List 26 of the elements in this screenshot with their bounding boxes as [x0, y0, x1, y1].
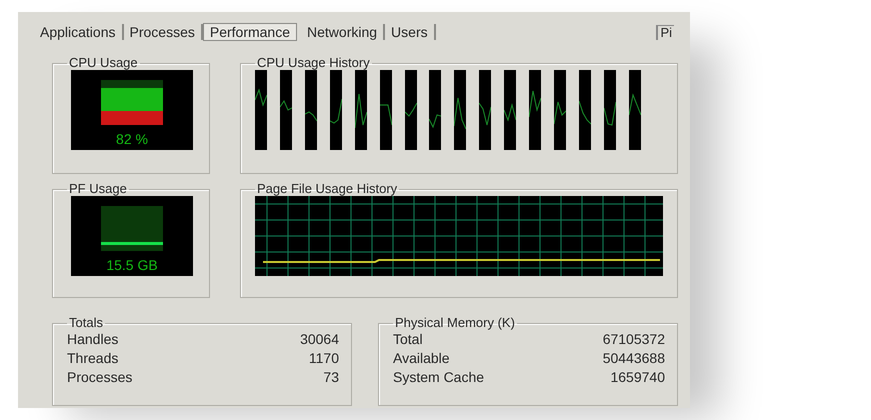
tab[interactable]: Users	[385, 24, 436, 40]
stat-value: 50443688	[602, 349, 665, 368]
meter-reading: 82 %	[116, 130, 148, 149]
stat-label: Handles	[67, 330, 118, 349]
stat-value: 1170	[308, 349, 339, 368]
group-title: Physical Memory (K)	[394, 316, 516, 330]
stat-label: System Cache	[393, 368, 484, 387]
stat-label: Threads	[67, 349, 118, 368]
stat-label: Available	[393, 349, 450, 368]
group-title: Totals	[68, 316, 104, 330]
group-title: PF Usage	[68, 182, 128, 196]
stat-label: Total	[393, 330, 423, 349]
group-title: CPU Usage History	[256, 56, 371, 70]
stat-label: Processes	[67, 368, 132, 387]
stat-value: 1659740	[610, 368, 665, 387]
stat-value: 67105372	[602, 330, 665, 349]
meter-fill	[101, 88, 163, 125]
stat-value: 73	[323, 368, 339, 387]
tab-label: Pi	[656, 24, 674, 40]
group-title: CPU Usage	[68, 56, 139, 70]
meter-reading: 15.5 GB	[106, 256, 158, 275]
tab[interactable]: Networking	[301, 24, 386, 40]
group-title: Page File Usage History	[256, 182, 398, 196]
tab[interactable]: Applications	[34, 24, 124, 40]
stat-value: 30064	[300, 330, 339, 349]
tab[interactable]: Performance	[202, 23, 298, 41]
